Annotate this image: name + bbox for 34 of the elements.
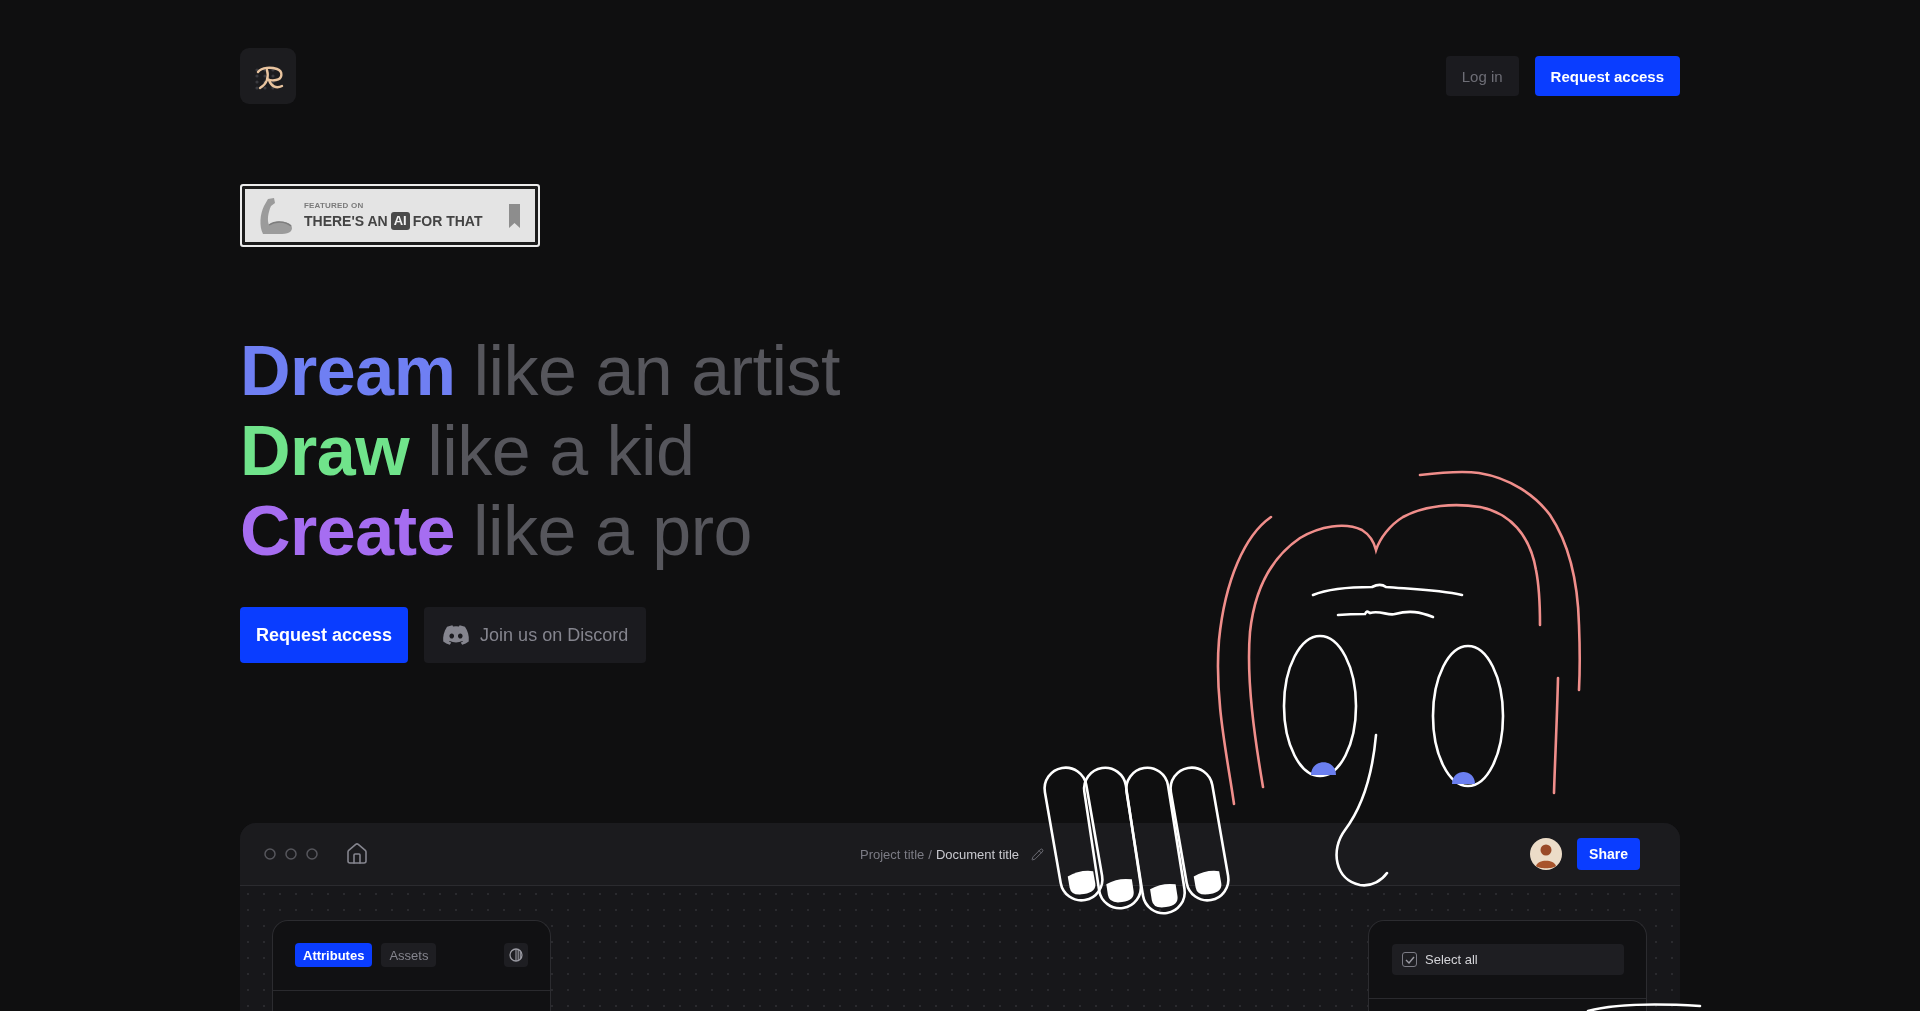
request-access-button[interactable]: Request access bbox=[240, 607, 409, 663]
badge-eyebrow: FEATURED ON bbox=[304, 201, 365, 210]
select-all-label: Select all bbox=[1425, 952, 1478, 967]
headline-text: like an artist bbox=[473, 331, 840, 411]
theme-button[interactable] bbox=[504, 943, 528, 967]
logo-icon[interactable] bbox=[240, 48, 296, 104]
window-dot-icon[interactable] bbox=[264, 848, 276, 860]
window-dot-icon[interactable] bbox=[285, 848, 297, 860]
select-all-row[interactable]: Select all bbox=[1392, 944, 1624, 975]
badge-title: FOR THAT bbox=[412, 212, 483, 230]
discord-button[interactable]: Join us on Discord bbox=[424, 607, 647, 663]
home-icon[interactable] bbox=[345, 842, 369, 866]
bookmark-icon bbox=[509, 203, 520, 228]
contrast-icon bbox=[509, 948, 523, 962]
panel-tab[interactable]: Attributes bbox=[295, 943, 373, 967]
panel-tab[interactable]: Assets bbox=[381, 943, 437, 967]
headline-keyword: Create bbox=[240, 491, 455, 571]
featured-badge[interactable]: FEATURED ON THERE'S AN AI FOR THAT bbox=[240, 184, 540, 247]
checkbox[interactable] bbox=[1402, 952, 1417, 967]
window-dot-icon[interactable] bbox=[306, 848, 318, 860]
document-title: Document title bbox=[935, 846, 1019, 862]
ai-tag: AI bbox=[390, 212, 410, 230]
badge-title: THERE'S AN bbox=[304, 212, 388, 230]
request-access-button[interactable]: Request access bbox=[1534, 56, 1680, 96]
project-title-link[interactable]: Project title bbox=[860, 846, 925, 862]
headline-keyword: Draw bbox=[240, 411, 410, 491]
headline-text: like a pro bbox=[472, 491, 752, 571]
headline-text: like a kid bbox=[427, 411, 695, 491]
share-button[interactable]: Share bbox=[1577, 838, 1640, 870]
headline-keyword: Dream bbox=[240, 331, 456, 411]
breadcrumb-separator: / bbox=[928, 846, 932, 862]
avatar-icon bbox=[1530, 838, 1563, 870]
pencil-icon[interactable] bbox=[1031, 847, 1044, 861]
login-button[interactable]: Log in bbox=[1445, 56, 1519, 96]
